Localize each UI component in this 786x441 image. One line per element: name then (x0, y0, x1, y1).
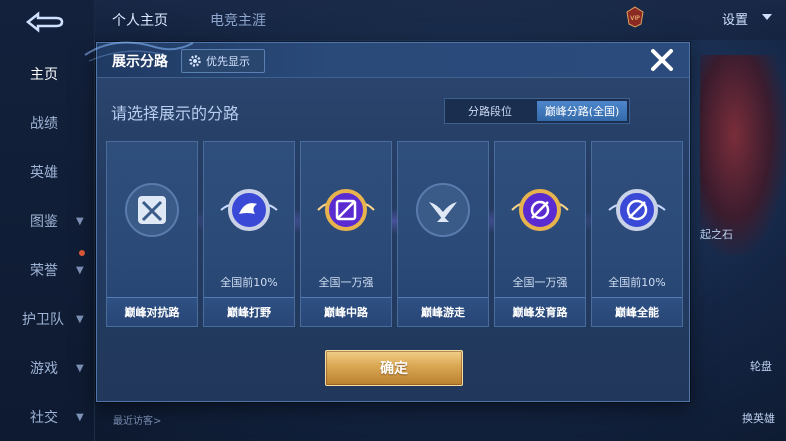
gear-icon (189, 55, 201, 67)
route-card-mid[interactable]: 全国一万强 巅峰中路 (300, 141, 392, 327)
sidebar-item-honors[interactable]: 荣誉 ▼ (0, 255, 94, 285)
vip-badge-icon: VIP (626, 6, 644, 28)
sidebar-item-codex[interactable]: 图鉴 ▼ (0, 206, 94, 236)
route-name: 巅峰中路 (301, 297, 391, 326)
tab-profile[interactable]: 个人主页 (112, 10, 168, 30)
sidebar-item-guard[interactable]: 护卫队 ▼ (0, 304, 94, 334)
route-card-roam[interactable]: 巅峰游走 (397, 141, 489, 327)
swap-hero-button[interactable]: 换英雄 (742, 410, 775, 426)
compass-icon (608, 189, 666, 231)
sidebar-item-label: 游戏 (30, 361, 58, 377)
route-select-modal: 展示分路 优先显示 请选择展示的分路 分路段位 巅峰分路(全国) 巅峰对抗路 全… (84, 41, 690, 402)
chevron-down-icon[interactable] (760, 10, 774, 24)
priority-display-button[interactable]: 优先显示 (181, 49, 265, 73)
chevron-down-icon: ▼ (76, 362, 84, 374)
sidebar-item-label: 英雄 (30, 165, 58, 181)
route-card-allround[interactable]: 全国前10% 巅峰全能 (591, 141, 683, 327)
modal-header: 展示分路 优先显示 (84, 41, 689, 78)
modal-title: 展示分路 (112, 54, 168, 70)
sidebar-item-games[interactable]: 游戏 ▼ (0, 353, 94, 383)
route-rank: 全国一万强 (512, 276, 568, 289)
route-name: 巅峰游走 (398, 297, 488, 326)
sidebar-item-label: 社交 (30, 410, 58, 426)
route-rank: 全国前10% (608, 276, 666, 289)
sidebar-item-heroes[interactable]: 英雄 (0, 157, 94, 187)
chevron-down-icon: ▼ (76, 313, 84, 325)
route-select-prompt: 请选择展示的分路 (111, 104, 240, 123)
route-rank: 全国前10% (220, 276, 278, 289)
top-bar: 个人主页 电竞主涯 (94, 0, 786, 40)
sidebar-item-label: 荣誉 (30, 263, 58, 279)
close-icon[interactable] (649, 47, 675, 73)
route-card-farm[interactable]: 全国一万强 巅峰发育路 (494, 141, 586, 327)
back-arrow-icon[interactable] (22, 8, 66, 36)
right-panel-label: 起之石 (700, 228, 733, 241)
priority-label: 优先显示 (206, 55, 250, 68)
slash-icon (317, 189, 375, 231)
sidebar-item-label: 图鉴 (30, 214, 58, 230)
route-name: 巅峰对抗路 (107, 297, 197, 326)
sidebar-item-stats[interactable]: 战绩 (0, 108, 94, 138)
route-name: 巅峰全能 (592, 297, 682, 326)
confirm-button[interactable]: 确定 (325, 350, 463, 386)
route-card-top[interactable]: 巅峰对抗路 (106, 141, 198, 327)
tab-esports[interactable]: 电竞主涯 (210, 10, 266, 30)
route-card-jungle[interactable]: 全国前10% 巅峰打野 (203, 141, 295, 327)
swords-icon (125, 183, 179, 237)
route-rank: 全国一万强 (318, 276, 374, 289)
settings-button[interactable]: 设置 (722, 9, 748, 28)
ranking-mode-toggle: 分路段位 巅峰分路(全国) (444, 98, 630, 124)
toggle-peak-national[interactable]: 巅峰分路(全国) (537, 101, 627, 121)
sidebar-item-label: 护卫队 (22, 312, 64, 328)
hero-portrait (700, 55, 786, 255)
wheel-button[interactable]: 轮盘 (750, 358, 772, 374)
chevron-down-icon: ▼ (76, 411, 84, 423)
chevron-down-icon: ▼ (76, 215, 84, 227)
wings-icon (416, 183, 470, 237)
route-name: 巅峰打野 (204, 297, 294, 326)
route-name: 巅峰发育路 (495, 297, 585, 326)
sidebar-item-social[interactable]: 社交 ▼ (0, 402, 94, 432)
vip-label: VIP (630, 15, 640, 22)
toggle-route-tier[interactable]: 分路段位 (445, 99, 535, 123)
chevron-down-icon: ▼ (76, 264, 84, 276)
sidebar-item-label: 战绩 (30, 116, 58, 132)
target-icon (511, 189, 569, 231)
sidebar-item-label: 主页 (30, 67, 58, 83)
recent-visitors-link[interactable]: 最近访客> (113, 412, 161, 427)
dragon-icon (220, 189, 278, 231)
